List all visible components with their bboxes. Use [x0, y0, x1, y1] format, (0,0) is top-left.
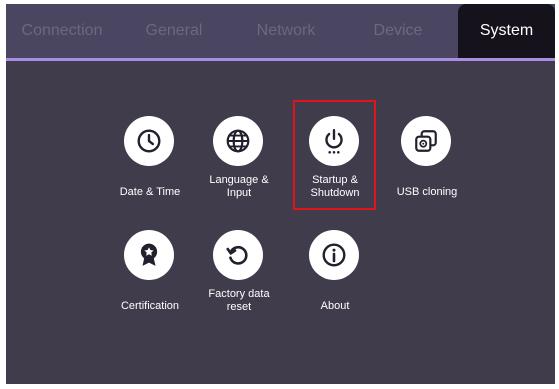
factory-reset-label: Factory data reset	[208, 288, 270, 313]
language-input-label: Language & Input	[209, 174, 269, 199]
info-icon	[309, 230, 359, 280]
tab-system[interactable]: System	[458, 4, 555, 58]
date-time-label: Date & Time	[119, 186, 181, 198]
factory-reset-tile[interactable]: Factory data reset	[199, 230, 279, 330]
globe-icon	[213, 116, 263, 166]
startup-shutdown-tile[interactable]: Startup & Shutdown	[295, 116, 375, 216]
usb-cloning-tile[interactable]: USB cloning	[387, 116, 467, 216]
date-time-tile[interactable]: Date & Time	[110, 116, 190, 216]
tab-general[interactable]: General	[118, 4, 230, 58]
language-input-tile[interactable]: Language & Input	[199, 116, 279, 216]
startup-shutdown-label: Startup & Shutdown	[310, 174, 360, 199]
about-tile[interactable]: About	[295, 230, 375, 330]
tab-device[interactable]: Device	[342, 4, 454, 58]
certification-label: Certification	[120, 300, 180, 312]
award-ribbon-icon	[124, 230, 174, 280]
power-icon	[309, 116, 359, 166]
tab-connection[interactable]: Connection	[6, 4, 118, 58]
tab-network[interactable]: Network	[230, 4, 342, 58]
restore-icon	[213, 230, 263, 280]
tab-bar: Connection General Network Device System	[6, 4, 555, 58]
clock-icon	[124, 116, 174, 166]
certification-tile[interactable]: Certification	[110, 230, 190, 330]
tab-accent-line	[6, 58, 555, 61]
usb-cloning-label: USB cloning	[396, 186, 458, 198]
layers-gear-icon	[401, 116, 451, 166]
about-label: About	[320, 300, 350, 312]
settings-window: Connection General Network Device System…	[6, 4, 555, 384]
